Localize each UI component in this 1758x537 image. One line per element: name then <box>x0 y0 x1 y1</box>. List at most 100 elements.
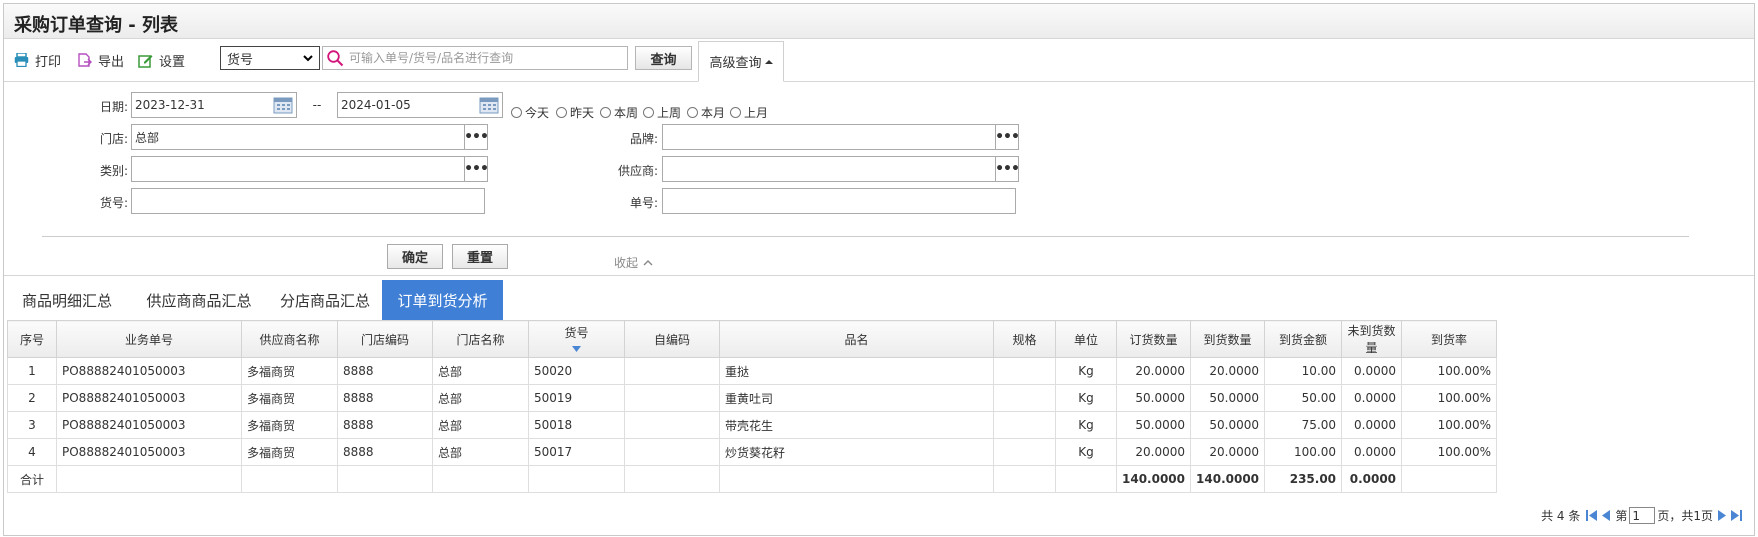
title-bar: 采购订单查询 - 列表 <box>4 4 1754 39</box>
cell-order-qty: 50.0000 <box>1115 384 1192 412</box>
table-row[interactable]: 4 PO88882401050003 多福商贸 8888 总部 50017 炒货… <box>7 438 1498 466</box>
col-header[interactable]: 品名 <box>719 320 994 358</box>
supplier-field[interactable] <box>662 156 996 182</box>
date-separator: -- <box>312 98 322 112</box>
tab-order-arrival[interactable]: 订单到货分析 <box>382 280 503 320</box>
empty-cell <box>1055 465 1117 493</box>
advanced-query-tab[interactable]: 高级查询 <box>698 41 784 82</box>
cell-store-name: 总部 <box>432 384 529 412</box>
empty-cell <box>719 465 994 493</box>
col-header[interactable]: 到货率 <box>1401 320 1498 358</box>
prev-page-icon[interactable] <box>1602 510 1611 521</box>
supplier-picker-button[interactable]: ••• <box>995 156 1020 182</box>
collapse-link[interactable]: 收起 <box>614 254 653 271</box>
cell-product-name: 带壳花生 <box>719 411 994 439</box>
col-header[interactable]: 未到货数量 <box>1341 320 1403 358</box>
cell-order-qty: 50.0000 <box>1115 411 1192 439</box>
col-header[interactable]: 到货数量 <box>1190 320 1266 358</box>
calendar-icon[interactable] <box>273 96 293 114</box>
item-no-field[interactable] <box>131 188 485 214</box>
sort-desc-icon <box>572 345 581 352</box>
cell-unarrived-qty: 0.0000 <box>1341 438 1403 466</box>
quick-last-month-label: 上月 <box>744 106 769 120</box>
cell-store-code: 8888 <box>337 357 433 385</box>
quick-today-radio[interactable]: 今天 <box>511 104 549 121</box>
cell-item-no: 50017 <box>528 438 625 466</box>
col-header[interactable]: 供应商名称 <box>241 320 338 358</box>
page-input[interactable]: 1 <box>1629 507 1656 524</box>
tab-branch-product[interactable]: 分店商品汇总 <box>268 280 382 320</box>
brand-picker-button[interactable]: ••• <box>995 124 1020 150</box>
empty-cell <box>56 465 242 493</box>
search-field-select[interactable]: 货号 <box>220 46 320 70</box>
edit-icon <box>138 54 153 68</box>
cell-supplier: 多福商贸 <box>241 384 338 412</box>
col-header[interactable]: 规格 <box>993 320 1056 358</box>
search-input[interactable] <box>347 50 621 66</box>
date-label: 日期: <box>99 100 128 114</box>
radio-circle <box>730 107 741 118</box>
order-no-field[interactable] <box>662 188 1016 214</box>
last-page-icon[interactable] <box>1730 510 1742 521</box>
quick-this-month-radio[interactable]: 本月 <box>687 104 725 121</box>
cell-arrived-amount: 50.00 <box>1264 384 1343 412</box>
cell-order-qty: 20.0000 <box>1115 438 1192 466</box>
cell-store-code: 8888 <box>337 438 433 466</box>
empty-cell <box>241 465 338 493</box>
query-button[interactable]: 查询 <box>635 46 692 70</box>
tab-supplier-product[interactable]: 供应商商品汇总 <box>134 280 264 320</box>
first-page-icon[interactable] <box>1586 510 1598 521</box>
cell-order-no: PO88882401050003 <box>56 411 242 439</box>
date-to-field[interactable]: 2024-01-05 <box>337 92 503 118</box>
reset-button[interactable]: 重置 <box>452 244 508 269</box>
export-button[interactable]: 导出 <box>77 50 124 70</box>
quick-this-month-label: 本月 <box>701 106 726 120</box>
table-row[interactable]: 1 PO88882401050003 多福商贸 8888 总部 50020 重挞… <box>7 357 1498 385</box>
store-field[interactable]: 总部 <box>131 124 465 150</box>
date-from-field[interactable]: 2023-12-31 <box>131 92 297 118</box>
category-field[interactable] <box>131 156 465 182</box>
col-header[interactable]: 门店名称 <box>432 320 529 358</box>
cell-unarrived-qty: 0.0000 <box>1341 411 1403 439</box>
col-header[interactable]: 自编码 <box>624 320 720 358</box>
col-header-sorted[interactable]: 货号 <box>528 320 625 358</box>
col-header[interactable]: 门店编码 <box>337 320 433 358</box>
print-button[interactable]: 打印 <box>14 50 61 70</box>
cell-store-code: 8888 <box>337 411 433 439</box>
settings-label: 设置 <box>159 54 186 70</box>
col-header[interactable]: 单位 <box>1055 320 1117 358</box>
settings-button[interactable]: 设置 <box>138 50 185 70</box>
brand-field[interactable] <box>662 124 996 150</box>
cell-unit: Kg <box>1055 411 1117 439</box>
quick-last-month-radio[interactable]: 上月 <box>730 104 768 121</box>
store-picker-button[interactable]: ••• <box>464 124 489 150</box>
cell-arrived-amount: 10.00 <box>1264 357 1343 385</box>
quick-yesterday-radio[interactable]: 昨天 <box>556 104 594 121</box>
cell-item-no: 50018 <box>528 411 625 439</box>
cell-item-no: 50020 <box>528 357 625 385</box>
next-page-icon[interactable] <box>1717 510 1726 521</box>
empty-cell <box>993 465 1056 493</box>
radio-circle <box>687 107 698 118</box>
cell-arrived-qty: 50.0000 <box>1190 411 1266 439</box>
cell-spec <box>993 438 1056 466</box>
cell-store-name: 总部 <box>432 438 529 466</box>
cell-order-qty: 20.0000 <box>1115 357 1192 385</box>
calendar-icon[interactable] <box>479 96 499 114</box>
quick-this-week-radio[interactable]: 本周 <box>600 104 638 121</box>
category-label: 类别: <box>99 164 128 178</box>
col-header[interactable]: 序号 <box>7 320 57 358</box>
confirm-button[interactable]: 确定 <box>387 244 443 269</box>
col-header[interactable]: 订货数量 <box>1115 320 1192 358</box>
table-row[interactable]: 3 PO88882401050003 多福商贸 8888 总部 50018 带壳… <box>7 411 1498 439</box>
category-picker-button[interactable]: ••• <box>464 156 489 182</box>
col-header[interactable]: 业务单号 <box>56 320 242 358</box>
pagination: 共 4 条 第 1 页，共1页 <box>1541 507 1742 524</box>
quick-last-week-radio[interactable]: 上周 <box>643 104 681 121</box>
col-header[interactable]: 到货金额 <box>1264 320 1343 358</box>
table-row[interactable]: 2 PO88882401050003 多福商贸 8888 总部 50019 重黄… <box>7 384 1498 412</box>
export-label: 导出 <box>98 54 125 70</box>
tab-product-detail[interactable]: 商品明细汇总 <box>4 280 130 320</box>
cell-arrived-qty: 20.0000 <box>1190 438 1266 466</box>
cell-arrival-rate: 100.00% <box>1401 438 1498 466</box>
